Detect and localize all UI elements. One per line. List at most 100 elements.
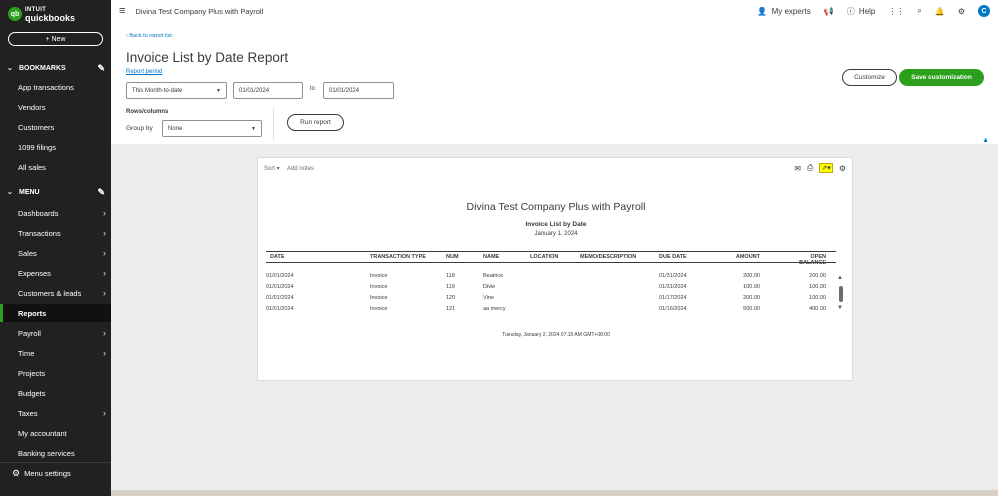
table-cell: aa mercy xyxy=(483,306,506,312)
bookmark-item[interactable]: App transactions xyxy=(0,78,111,96)
table-cell: 200.00 xyxy=(743,295,760,301)
menu-item[interactable]: Transactions › xyxy=(0,224,111,242)
apps-grid-icon[interactable]: ⋮⋮ xyxy=(888,7,904,16)
help-button[interactable]: ⓘ Help xyxy=(847,6,876,17)
menu-item[interactable]: Reports xyxy=(0,304,111,322)
my-experts-button[interactable]: 👤 My experts xyxy=(757,7,810,16)
chevron-down-icon: ⌄ xyxy=(7,189,13,196)
menu-item[interactable]: Budgets xyxy=(0,384,111,402)
header-top-rule xyxy=(266,251,836,252)
table-cell: 200.00 xyxy=(743,273,760,279)
menu-item[interactable]: Time › xyxy=(0,344,111,362)
report-card: Sort ▾ Add notes ✉ ⎙ ⇗▾ ⚙ Divina Test Co… xyxy=(257,157,853,381)
gear-icon: ⚙ xyxy=(12,468,21,478)
menu-header[interactable]: ⌄ MENU ✎ xyxy=(0,184,111,200)
company-name: Divina Test Company Plus with Payroll xyxy=(135,6,264,16)
bookmark-item[interactable]: Vendors xyxy=(0,98,111,116)
from-date-input[interactable]: 01/01/2024 xyxy=(233,82,303,99)
export-icon[interactable]: ⇗▾ xyxy=(819,163,833,173)
chevron-right-icon: › xyxy=(103,248,106,258)
add-notes-button[interactable]: Add notes xyxy=(287,166,314,172)
table-cell: 01/01/2024 xyxy=(266,295,294,301)
sort-button[interactable]: Sort ▾ xyxy=(264,166,280,172)
new-button[interactable]: + New xyxy=(8,32,103,46)
column-header[interactable]: DUE DATE xyxy=(659,254,719,260)
group-by-select[interactable]: None ▼ xyxy=(162,120,262,137)
table-cell: Vine xyxy=(483,295,494,301)
scroll-down-icon[interactable]: ▼ xyxy=(837,305,843,311)
report-settings-gear-icon[interactable]: ⚙ xyxy=(839,164,846,173)
table-cell: 100.00 xyxy=(743,284,760,290)
chevron-right-icon: › xyxy=(103,268,106,278)
search-icon[interactable]: ⌕ xyxy=(917,6,921,16)
to-date-input[interactable]: 01/01/2024 xyxy=(323,82,394,99)
report-footer-timestamp: Tuesday, January 2, 2024 07:15 AM GMT+08… xyxy=(502,332,610,338)
menu-item[interactable]: Sales › xyxy=(0,244,111,262)
chevron-down-icon: ⌄ xyxy=(7,65,13,72)
scrollbar-thumb[interactable] xyxy=(839,286,843,302)
table-cell: Divie xyxy=(483,284,496,290)
report-period-label[interactable]: Report period xyxy=(126,69,162,75)
table-cell: 500.00 xyxy=(743,306,760,312)
back-to-report-list-link[interactable]: ‹ Back to report list xyxy=(126,33,172,39)
report-header: ‹ Back to report list Invoice List by Da… xyxy=(111,22,998,144)
column-header[interactable]: NAME xyxy=(483,254,528,260)
customize-button[interactable]: Customize xyxy=(842,69,897,86)
edit-menu-icon[interactable]: ✎ xyxy=(97,187,105,198)
menu-item[interactable]: Projects xyxy=(0,364,111,382)
chevron-right-icon: › xyxy=(103,208,106,218)
settings-gear-icon[interactable]: ⚙ xyxy=(958,7,965,16)
avatar[interactable]: C xyxy=(978,5,990,17)
person-icon: 👤 xyxy=(757,6,768,16)
rows-columns-label: Rows/columns xyxy=(126,109,169,115)
run-report-button[interactable]: Run report xyxy=(287,114,344,131)
menu-item[interactable]: Payroll › xyxy=(0,324,111,342)
to-label: to xyxy=(310,86,316,92)
menu-toggle-icon[interactable]: ≡ xyxy=(119,5,125,17)
column-header[interactable]: TRANSACTION TYPE xyxy=(370,254,440,260)
save-customization-button[interactable]: Save customization xyxy=(899,69,984,86)
help-icon: ⓘ xyxy=(846,6,855,16)
table-cell: 01/31/2024 xyxy=(659,284,687,290)
column-header[interactable]: MEMO/DESCRIPTION xyxy=(580,254,655,260)
table-cell: 120 xyxy=(446,295,456,301)
email-icon[interactable]: ✉ xyxy=(794,164,801,173)
table-cell: Invoice xyxy=(370,273,388,279)
table-cell: 01/16/2024 xyxy=(659,306,687,312)
table-cell: 01/01/2024 xyxy=(266,306,294,312)
column-header[interactable]: LOCATION xyxy=(530,254,575,260)
menu-item[interactable]: Dashboards › xyxy=(0,204,111,222)
menu-item[interactable]: Expenses › xyxy=(0,264,111,282)
bookmark-item[interactable]: All sales xyxy=(0,158,111,176)
bookmark-item[interactable]: Customers xyxy=(0,118,111,136)
bookmarks-header[interactable]: ⌄ BOOKMARKS ✎ xyxy=(0,60,111,76)
caret-down-icon: ▼ xyxy=(251,125,256,132)
print-icon[interactable]: ⎙ xyxy=(807,163,813,173)
edit-bookmarks-icon[interactable]: ✎ xyxy=(97,63,105,74)
table-cell: 01/31/2024 xyxy=(659,273,687,279)
column-header[interactable]: OPEN BALANCE xyxy=(798,254,826,266)
report-company-name: Divina Test Company Plus with Payroll xyxy=(466,201,646,213)
report-period-select[interactable]: This Month-to-date ▼ xyxy=(126,82,227,99)
table-cell: 100.00 xyxy=(809,295,826,301)
menu-item[interactable]: Taxes › xyxy=(0,404,111,422)
scroll-up-icon[interactable]: ▲ xyxy=(837,275,843,281)
quickbooks-logo[interactable]: qb INTUIT quickbooks xyxy=(8,6,75,23)
collapse-header-icon[interactable]: ▲ xyxy=(982,137,989,144)
column-header[interactable]: NUM xyxy=(446,254,476,260)
menu-settings-button[interactable]: ⚙ Menu settings xyxy=(0,462,111,484)
bell-icon[interactable]: 🔔 xyxy=(935,7,945,16)
menu-item[interactable]: My accountant xyxy=(0,424,111,442)
table-cell: 200.00 xyxy=(809,273,826,279)
bookmark-item[interactable]: 1099 filings xyxy=(0,138,111,156)
table-cell: 100.00 xyxy=(809,284,826,290)
column-header[interactable]: DATE xyxy=(266,254,356,260)
column-header[interactable]: AMOUNT xyxy=(728,254,760,260)
chevron-right-icon: › xyxy=(103,408,106,418)
group-by-label: Group by xyxy=(126,125,153,132)
table-cell: 01/01/2024 xyxy=(266,284,294,290)
menu-item[interactable]: Banking services xyxy=(0,444,111,462)
page-title: Invoice List by Date Report xyxy=(126,50,289,65)
menu-item[interactable]: Customers & leads › xyxy=(0,284,111,302)
megaphone-icon[interactable]: 📢 xyxy=(824,7,834,16)
